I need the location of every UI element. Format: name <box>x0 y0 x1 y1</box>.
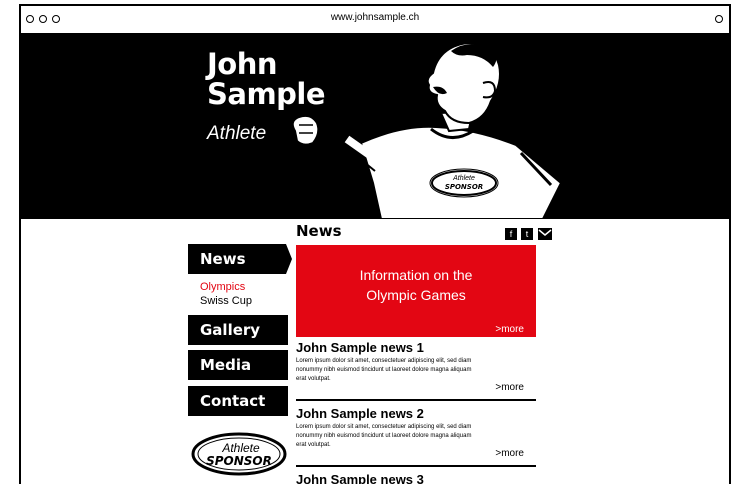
banner-line1: Information on the <box>359 267 473 283</box>
sponsor-logo-line2: SPONSOR <box>206 454 272 468</box>
news-heading: News <box>296 222 342 240</box>
browser-titlebar: www.johnsample.ch <box>21 6 729 33</box>
nav-subitem-olympics[interactable]: Olympics <box>200 281 245 293</box>
news-item-title[interactable]: John Sample news 3 <box>296 472 536 484</box>
news-item: John Sample news 2 Lorem ipsum dolor sit… <box>296 406 536 459</box>
news-divider <box>296 465 536 467</box>
window-menu-icon[interactable] <box>715 15 723 23</box>
news-item-more-link[interactable]: >more <box>495 382 524 393</box>
site-subtitle: Athlete <box>207 123 267 144</box>
nav-news-arrow-icon <box>286 244 292 274</box>
email-icon[interactable] <box>538 228 552 240</box>
shirt-logo-line2: SPONSOR <box>445 183 483 191</box>
athlete-illustration: Athlete SPONSOR <box>291 41 563 219</box>
shirt-logo-line1: Athlete <box>452 175 475 182</box>
banner-more-link[interactable]: >more <box>495 324 524 335</box>
nav-item-news[interactable]: News <box>188 244 286 274</box>
address-bar[interactable]: www.johnsample.ch <box>21 12 729 23</box>
sponsor-logo-line1: Athlete <box>221 441 260 455</box>
site-title: John Sample <box>207 47 326 111</box>
news-item-body: Lorem ipsum dolor sit amet, consectetuer… <box>296 424 472 448</box>
nav-item-media[interactable]: Media <box>188 350 288 380</box>
news-divider <box>296 399 536 401</box>
facebook-icon[interactable]: f <box>505 228 517 240</box>
news-item-body: Lorem ipsum dolor sit amet, consectetuer… <box>296 358 472 382</box>
site-title-line1: John <box>207 47 278 81</box>
browser-window: www.johnsample.ch Athlete SPONSOR John S… <box>19 4 731 484</box>
site-title-line2: Sample <box>207 77 326 111</box>
news-item-more-link[interactable]: >more <box>495 448 524 459</box>
news-item-title[interactable]: John Sample news 1 <box>296 340 536 355</box>
olympics-banner[interactable]: Information on the Olympic Games >more <box>296 245 536 337</box>
news-item: John Sample news 3 <box>296 472 536 484</box>
nav-item-contact[interactable]: Contact <box>188 386 288 416</box>
hero-banner: Athlete SPONSOR John Sample Athlete <box>21 33 729 219</box>
news-item-title[interactable]: John Sample news 2 <box>296 406 536 421</box>
sponsor-logo[interactable]: Athlete SPONSOR <box>189 429 289 479</box>
nav-item-gallery[interactable]: Gallery <box>188 315 288 345</box>
banner-text: Information on the Olympic Games <box>296 265 536 305</box>
nav-subitem-swiss-cup[interactable]: Swiss Cup <box>200 295 252 307</box>
news-item: John Sample news 1 Lorem ipsum dolor sit… <box>296 340 536 393</box>
twitter-icon[interactable]: t <box>521 228 533 240</box>
banner-line2: Olympic Games <box>366 287 466 303</box>
